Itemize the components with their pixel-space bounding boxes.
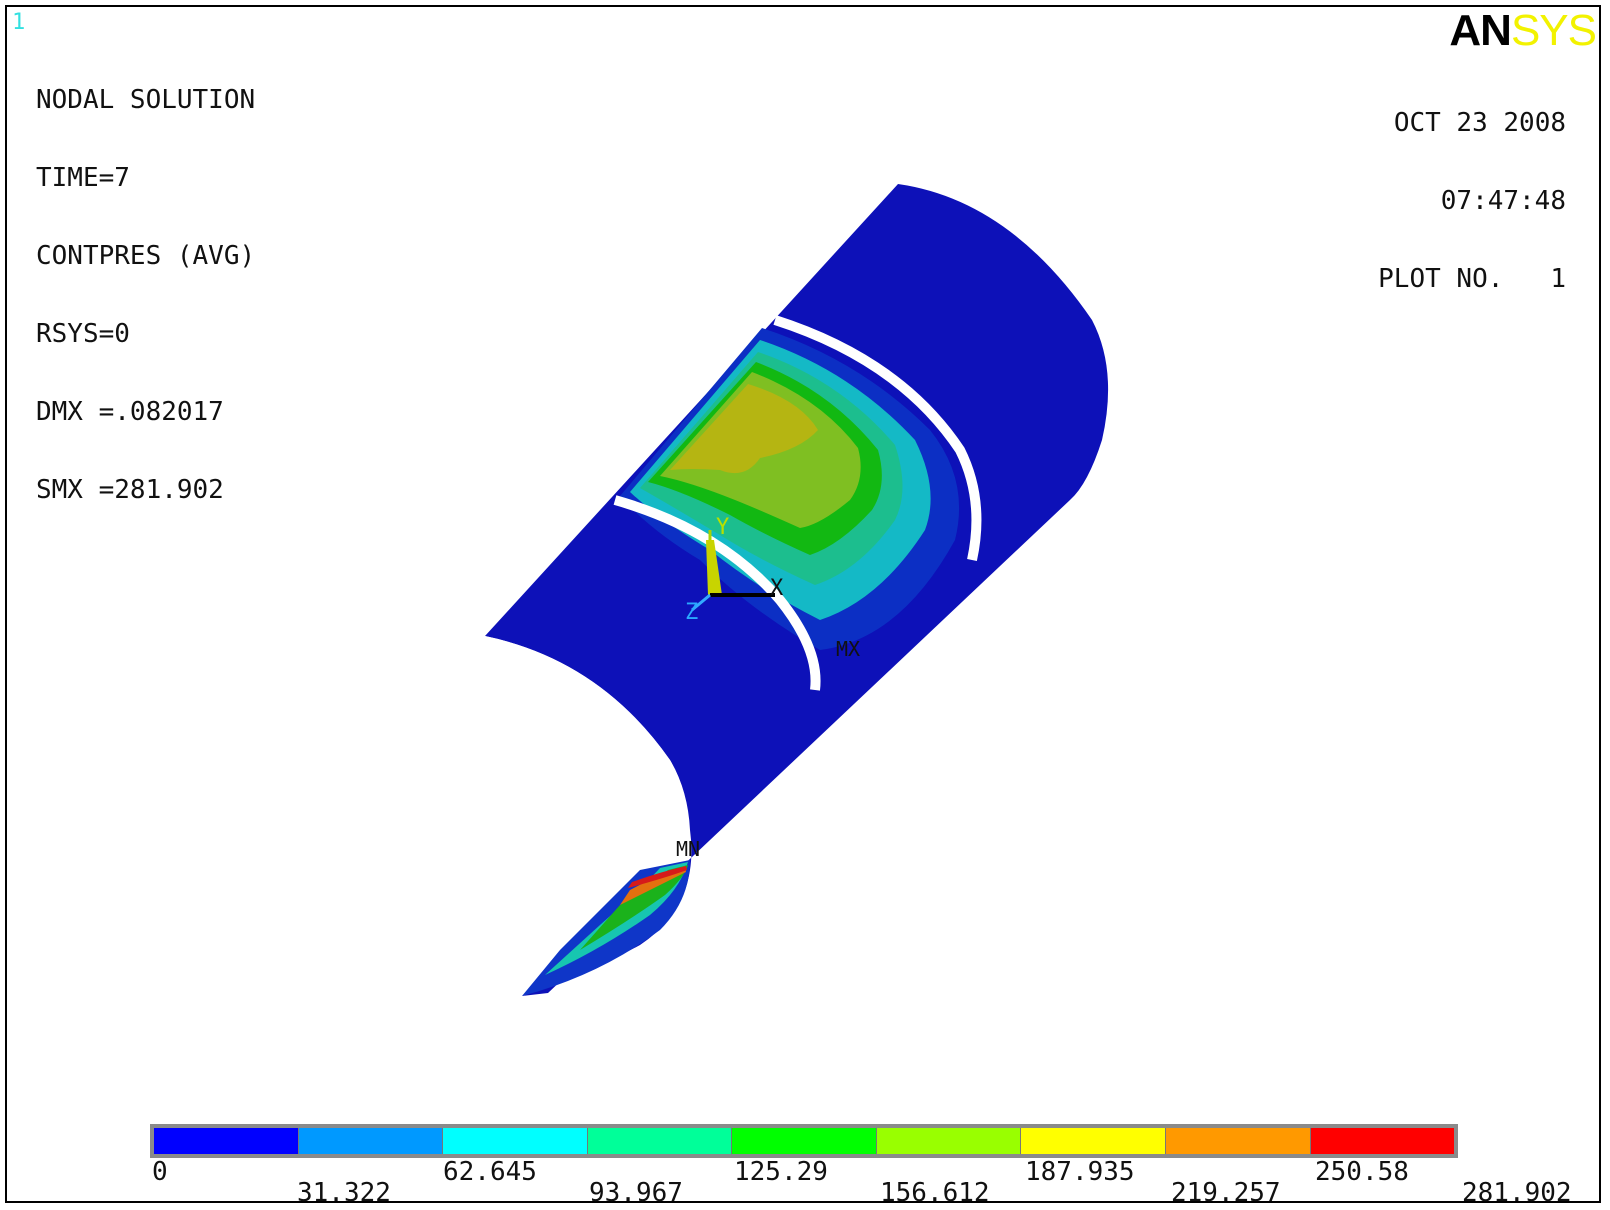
min-marker: MN bbox=[676, 837, 701, 861]
legend-swatch bbox=[1165, 1128, 1311, 1154]
legend-bottom-label: 93.967 bbox=[589, 1178, 683, 1208]
legend-bottom-label: 281.902 bbox=[1462, 1178, 1572, 1208]
legend-top-label: 125.29 bbox=[734, 1157, 828, 1187]
legend-top-label: 187.935 bbox=[1025, 1157, 1135, 1187]
contour-model-view bbox=[485, 184, 1109, 996]
legend-swatch bbox=[154, 1128, 299, 1154]
triad-z-label: Z bbox=[685, 600, 699, 625]
legend-bottom-label: 31.322 bbox=[297, 1178, 391, 1208]
legend-swatch bbox=[1310, 1128, 1455, 1154]
legend-swatch bbox=[876, 1128, 1022, 1154]
legend-swatch bbox=[1021, 1128, 1166, 1154]
legend-bottom-label: 219.257 bbox=[1171, 1178, 1281, 1208]
legend-swatch bbox=[443, 1128, 588, 1154]
triad-x-label: X bbox=[770, 576, 784, 601]
legend-top-label: 0 bbox=[152, 1157, 168, 1187]
legend-swatch bbox=[298, 1128, 444, 1154]
legend-top-label: 250.58 bbox=[1315, 1157, 1409, 1187]
legend-top-label: 62.645 bbox=[443, 1157, 537, 1187]
legend-bottom-label: 156.612 bbox=[880, 1178, 990, 1208]
legend-swatch bbox=[732, 1128, 877, 1154]
legend-color-bar bbox=[150, 1124, 1458, 1158]
legend-swatch bbox=[587, 1128, 733, 1154]
max-marker: MX bbox=[836, 637, 861, 661]
triad-y-label: Y bbox=[716, 515, 730, 540]
